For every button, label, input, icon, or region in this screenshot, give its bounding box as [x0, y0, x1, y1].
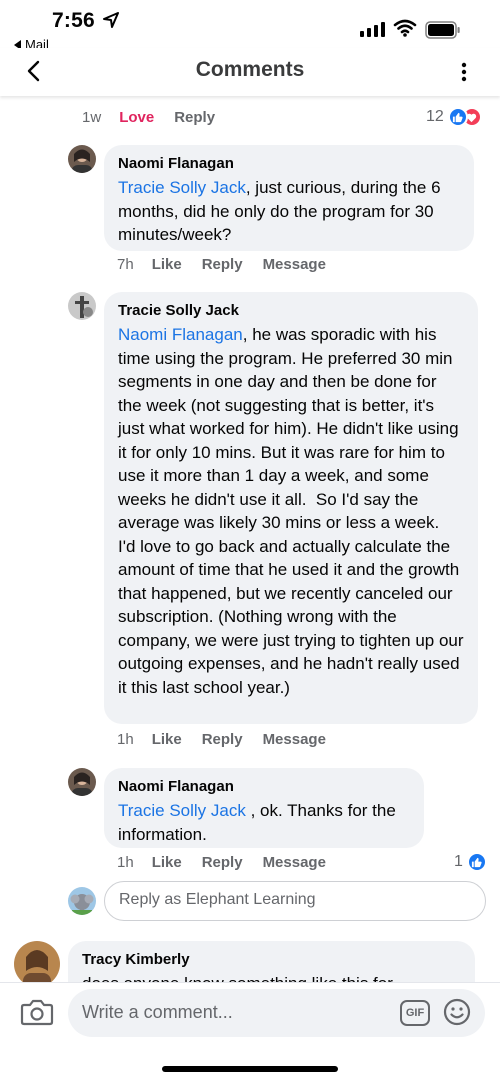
cellular-signal-icon	[360, 22, 385, 37]
message-button[interactable]: Message	[263, 256, 326, 273]
comment-time: 1w	[82, 109, 102, 126]
like-reaction-icon	[447, 107, 468, 127]
comment-bubble: Naomi Flanagan Tracie Solly Jack , ok. T…	[104, 768, 424, 848]
reply-button[interactable]: Reply	[202, 731, 243, 748]
comment-reactions[interactable]: 1	[454, 852, 487, 872]
comments-list: 1w Love Reply 12 Naomi Flanagan Tracie S…	[0, 96, 500, 982]
gif-button[interactable]: GIF	[400, 1000, 430, 1026]
reaction-count: 1	[454, 853, 463, 870]
comment-bubble: Tracy Kimberly does anyone know somethin…	[68, 941, 475, 982]
comment-actions: 1h Like Reply Message	[117, 731, 326, 748]
reply-as-input[interactable]: Reply as Elephant Learning	[104, 881, 486, 921]
comment-actions: 1h Like Reply Message	[117, 854, 326, 871]
reaction-count: 12	[426, 108, 444, 125]
home-indicator[interactable]	[162, 1066, 338, 1072]
comment-author[interactable]: Tracie Solly Jack	[118, 302, 464, 319]
comment-body: does anyone know something like this for	[82, 972, 461, 982]
avatar-tracy-kimberly[interactable]	[14, 941, 60, 982]
avatar-naomi-flanagan[interactable]	[68, 768, 96, 796]
avatar-tracie-solly-jack[interactable]	[68, 292, 96, 320]
page-title: Comments	[195, 58, 305, 81]
comment-bubble: Tracie Solly Jack Naomi Flanagan, he was…	[104, 292, 478, 724]
status-time: 7:56	[52, 9, 95, 32]
reply-button[interactable]: Reply	[202, 854, 243, 871]
comment-author[interactable]: Naomi Flanagan	[118, 155, 460, 172]
prev-comment-reactions[interactable]: 12	[426, 107, 482, 127]
like-button[interactable]: Like	[152, 854, 182, 871]
message-button[interactable]: Message	[263, 731, 326, 748]
comment-text: Tracie Solly Jack , ok. Thanks for the i…	[118, 799, 410, 846]
more-options-icon[interactable]	[455, 60, 473, 84]
like-button[interactable]: Like	[152, 731, 182, 748]
reply-button[interactable]: Reply	[202, 256, 243, 273]
prev-comment-actions: 1w Love Reply	[82, 109, 215, 126]
avatar-elephant-learning	[68, 887, 96, 915]
love-reaction-button[interactable]: Love	[119, 109, 154, 126]
comment-author[interactable]: Naomi Flanagan	[118, 778, 410, 795]
like-reaction-icon	[466, 852, 487, 872]
message-button[interactable]: Message	[263, 854, 326, 871]
battery-icon	[425, 21, 460, 39]
wifi-icon	[393, 19, 417, 37]
camera-icon[interactable]	[20, 997, 54, 1027]
avatar-naomi-flanagan[interactable]	[68, 145, 96, 173]
location-arrow-icon	[103, 12, 119, 28]
like-button[interactable]: Like	[152, 256, 182, 273]
comment-text: Tracie Solly Jack, just curious, during …	[118, 176, 460, 247]
comment-time: 1h	[117, 731, 134, 748]
mention-link[interactable]: Naomi Flanagan	[118, 325, 243, 344]
comment-time: 7h	[117, 256, 134, 273]
comments-header: Comments	[0, 48, 500, 96]
comment-text: Naomi Flanagan, he was sporadic with his…	[118, 323, 464, 699]
comment-author[interactable]: Tracy Kimberly	[82, 951, 461, 968]
reply-button[interactable]: Reply	[174, 109, 215, 126]
comment-body: , he was sporadic with his time using th…	[118, 325, 469, 697]
comment-time: 1h	[117, 854, 134, 871]
emoji-icon[interactable]	[443, 998, 471, 1026]
mention-link[interactable]: Tracie Solly Jack	[118, 178, 246, 197]
comment-actions: 7h Like Reply Message	[117, 256, 326, 273]
mention-link[interactable]: Tracie Solly Jack	[118, 801, 246, 820]
comment-bubble: Naomi Flanagan Tracie Solly Jack, just c…	[104, 145, 474, 251]
